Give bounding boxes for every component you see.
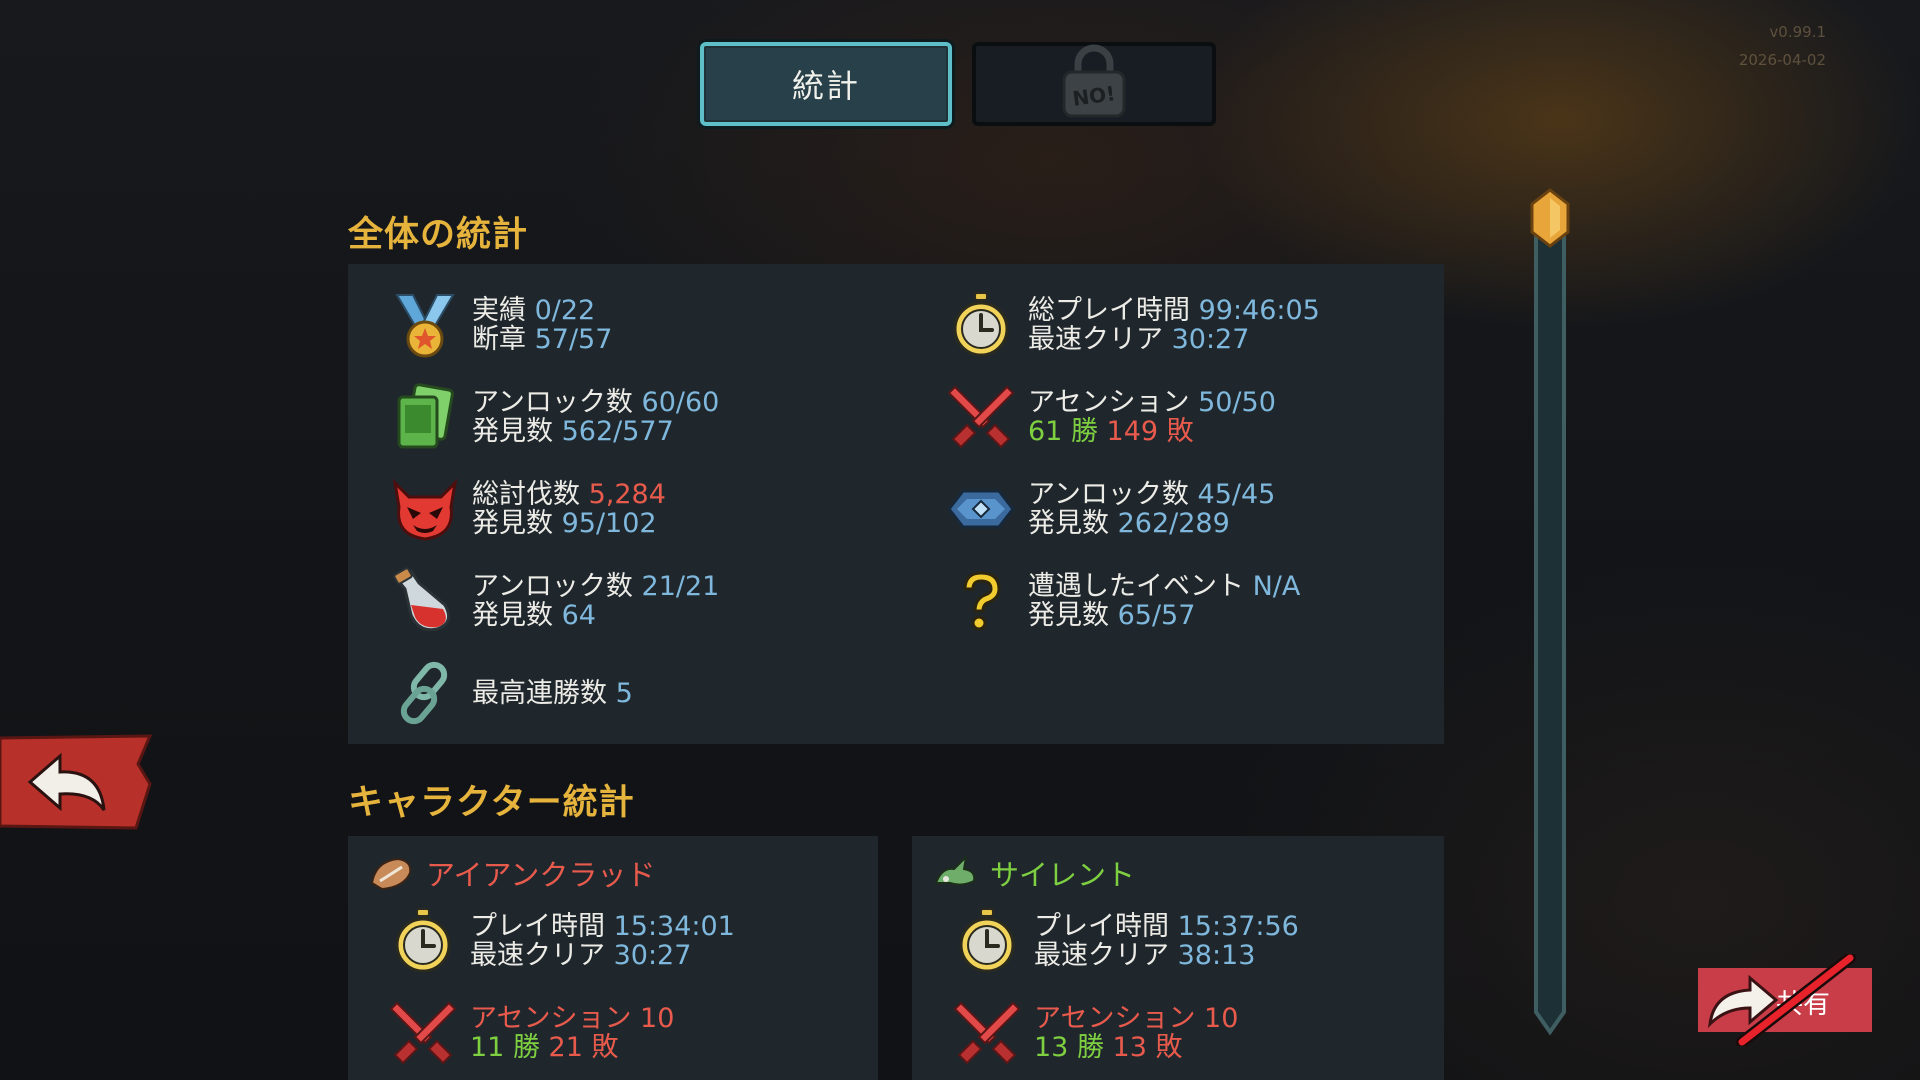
padlock-icon: NO! <box>1062 44 1126 118</box>
back-button[interactable] <box>0 734 152 830</box>
overall-stats-heading: 全体の統計 <box>348 215 529 255</box>
stopwatch-icon <box>942 286 1020 364</box>
stat-cards: アンロック数 60/60 発見数 562/577 <box>386 378 719 456</box>
playtime-total-value: 99:46:05 <box>1198 295 1320 326</box>
crossed-swords-icon <box>948 994 1026 1072</box>
char1-asc-label: アセンション 10 <box>470 1003 675 1034</box>
char1-losses: 21 敗 <box>548 1032 619 1063</box>
ascension-wins: 61 勝 <box>1028 416 1098 447</box>
char2-wins: 13 勝 <box>1034 1032 1104 1063</box>
character-name-row: サイレント <box>932 852 1135 894</box>
demon-face-icon <box>386 470 464 548</box>
char1-playtime: プレイ時間 15:34:01 最速クリア 30:27 <box>384 902 735 980</box>
tab-stats-label: 統計 <box>791 67 860 105</box>
stat-potions: アンロック数 21/21 発見数 64 <box>386 562 719 640</box>
potion-icon <box>386 562 464 640</box>
relic-icon <box>942 470 1020 548</box>
char2-asc-label: アセンション 10 <box>1034 1003 1239 1034</box>
overall-stats-panel: 実績 0/22 断章 57/57 アンロック数 60/60 発見数 562/57… <box>348 264 1444 744</box>
character-name-row: アイアンクラッド <box>368 852 655 894</box>
events-value: N/A <box>1252 571 1301 602</box>
fastest-clear-label: 最速クリア <box>1028 324 1163 355</box>
char1-play-value: 15:34:01 <box>613 911 735 942</box>
tab-stats[interactable]: 統計 <box>700 42 952 126</box>
achievements-label: 実績 <box>472 295 526 326</box>
streak-value: 5 <box>615 677 633 709</box>
char1-wins: 11 勝 <box>470 1032 540 1063</box>
fastest-clear-value: 30:27 <box>1171 324 1250 355</box>
tab-locked[interactable]: NO! <box>972 42 1216 126</box>
character-panel-silent: サイレント プレイ時間 15:37:56 最速クリア 38:13 アセンション … <box>912 836 1444 1080</box>
relics-found-value: 262/289 <box>1117 508 1230 539</box>
char2-play-value: 15:37:56 <box>1177 911 1299 942</box>
stat-relics: アンロック数 45/45 発見数 262/289 <box>942 470 1275 548</box>
events-found-value: 65/57 <box>1117 600 1196 631</box>
streak-label: 最高連勝数 <box>472 677 607 709</box>
cards-unlock-label: アンロック数 <box>472 387 633 418</box>
char2-fast-label: 最速クリア <box>1034 940 1169 971</box>
cards-unlock-value: 60/60 <box>641 387 720 418</box>
monsters-found-label: 発見数 <box>472 508 553 539</box>
char1-play-label: プレイ時間 <box>470 911 605 942</box>
version-number: v0.99.1 <box>1769 23 1826 41</box>
ascension-value: 50/50 <box>1198 387 1276 418</box>
monsters-found-value: 95/102 <box>561 508 657 539</box>
stat-ascension: アセンション 50/50 61 勝 149 敗 <box>942 378 1276 456</box>
share-button[interactable]: 共有 <box>1698 954 1872 1046</box>
chain-icon <box>386 654 464 732</box>
disabled-slash-icon <box>1736 954 1856 1046</box>
char2-losses: 13 敗 <box>1112 1032 1183 1063</box>
stat-achievements: 実績 0/22 断章 57/57 <box>386 286 612 364</box>
silent-icon <box>934 854 976 886</box>
events-found-label: 発見数 <box>1028 600 1109 631</box>
cards-icon <box>386 378 464 456</box>
scrollbar-handle[interactable] <box>1530 188 1570 248</box>
question-mark-icon <box>942 562 1020 640</box>
potions-unlock-label: アンロック数 <box>472 571 633 602</box>
fragments-value: 57/57 <box>534 324 613 355</box>
stat-streak: 最高連勝数 5 <box>386 654 633 732</box>
medal-icon <box>386 286 464 364</box>
char1-fast-label: 最速クリア <box>470 940 605 971</box>
cards-found-label: 発見数 <box>472 416 553 447</box>
scrollbar-track[interactable] <box>1532 200 1568 1036</box>
achievements-value: 0/22 <box>534 295 596 326</box>
stat-monsters: 総討伐数 5,284 発見数 95/102 <box>386 470 666 548</box>
char2-playtime: プレイ時間 15:37:56 最速クリア 38:13 <box>948 902 1299 980</box>
stat-events: 遭遇したイベント N/A 発見数 65/57 <box>942 562 1300 640</box>
cards-found-value: 562/577 <box>561 416 674 447</box>
monsters-kills-label: 総討伐数 <box>472 479 580 510</box>
ironclad-icon <box>370 857 412 891</box>
potions-unlock-value: 21/21 <box>641 571 720 602</box>
version-date: 2026-04-02 <box>1738 51 1826 69</box>
character-panel-ironclad: アイアンクラッド プレイ時間 15:34:01 最速クリア 30:27 アセンシ… <box>348 836 878 1080</box>
crossed-swords-icon <box>942 378 1020 456</box>
char2-ascension: アセンション 10 13 勝 13 敗 <box>948 994 1238 1072</box>
stopwatch-icon <box>384 902 462 980</box>
char2-play-label: プレイ時間 <box>1034 911 1169 942</box>
events-label: 遭遇したイベント <box>1028 571 1244 602</box>
ascension-label: アセンション <box>1028 387 1190 418</box>
relics-unlock-value: 45/45 <box>1197 479 1276 510</box>
char1-ascension: アセンション 10 11 勝 21 敗 <box>384 994 674 1072</box>
character-stats-heading: キャラクター統計 <box>348 783 635 823</box>
fragments-label: 断章 <box>472 324 526 355</box>
char2-fast-value: 38:13 <box>1177 940 1256 971</box>
character-name: アイアンクラッド <box>426 858 656 892</box>
relics-found-label: 発見数 <box>1028 508 1109 539</box>
potions-found-label: 発見数 <box>472 600 553 631</box>
crossed-swords-icon <box>384 994 462 1072</box>
potions-found-value: 64 <box>561 600 596 631</box>
version-info: v0.99.1 2026-04-02 <box>1739 18 1826 74</box>
playtime-total-label: 総プレイ時間 <box>1028 295 1190 326</box>
stopwatch-icon <box>948 902 1026 980</box>
monsters-kills-value: 5,284 <box>588 479 666 510</box>
char1-fast-value: 30:27 <box>613 940 692 971</box>
ascension-losses: 149 敗 <box>1106 416 1194 447</box>
relics-unlock-label: アンロック数 <box>1028 479 1189 510</box>
stat-playtime: 総プレイ時間 99:46:05 最速クリア 30:27 <box>942 286 1320 364</box>
character-name: サイレント <box>990 858 1136 892</box>
